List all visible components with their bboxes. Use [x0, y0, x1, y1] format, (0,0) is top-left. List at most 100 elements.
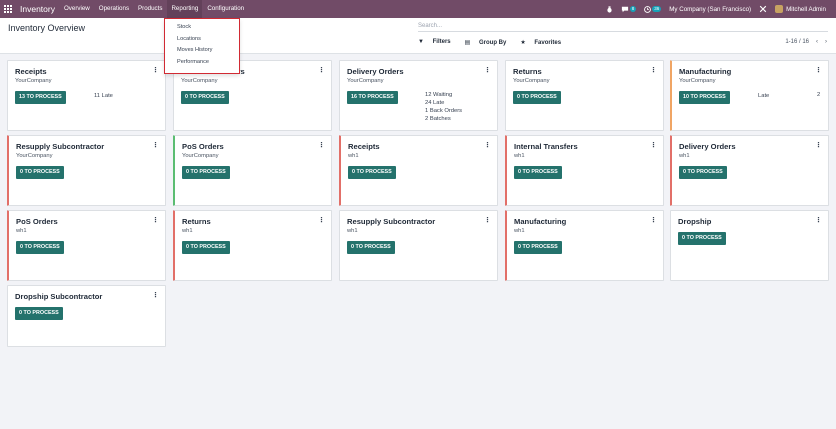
- card-title[interactable]: Returns: [513, 67, 542, 76]
- card-company: YourCompany: [15, 78, 52, 84]
- pager-value[interactable]: 1-16 / 16: [785, 39, 809, 45]
- to-process-button[interactable]: 0 TO PROCESS: [15, 307, 63, 320]
- to-process-button[interactable]: 10 TO PROCESS: [679, 91, 730, 104]
- kebab-menu-icon[interactable]: ⋮: [815, 66, 822, 74]
- late-stat[interactable]: 24 Late: [425, 99, 462, 107]
- operation-card[interactable]: Dropship ⋮ 0 TO PROCESS: [670, 210, 829, 281]
- operation-card[interactable]: Returns YourCompany ⋮ 0 TO PROCESS: [505, 60, 664, 131]
- operation-card[interactable]: Internal Transfers wh1 ⋮ 0 TO PROCESS: [505, 135, 664, 206]
- to-process-button[interactable]: 0 TO PROCESS: [181, 91, 229, 104]
- card-company: YourCompany: [182, 153, 219, 159]
- kebab-menu-icon[interactable]: ⋮: [484, 66, 491, 74]
- pager-prev-icon[interactable]: ‹: [816, 39, 818, 45]
- to-process-button[interactable]: 0 TO PROCESS: [679, 166, 727, 179]
- kebab-menu-icon[interactable]: ⋮: [318, 141, 325, 149]
- filters-button[interactable]: ▼ Filters: [418, 39, 458, 46]
- kebab-menu-icon[interactable]: ⋮: [650, 216, 657, 224]
- to-process-button[interactable]: 0 TO PROCESS: [182, 241, 230, 254]
- late-stat[interactable]: Late: [758, 92, 769, 100]
- kebab-menu-icon[interactable]: ⋮: [650, 141, 657, 149]
- kebab-menu-icon[interactable]: ⋮: [484, 141, 491, 149]
- operation-card[interactable]: Resupply Subcontractor wh1 ⋮ 0 TO PROCES…: [339, 210, 498, 281]
- kebab-menu-icon[interactable]: ⋮: [152, 291, 159, 299]
- company-switcher[interactable]: My Company (San Francisco): [669, 6, 751, 13]
- operation-card[interactable]: Delivery Orders YourCompany ⋮ 16 TO PROC…: [339, 60, 498, 131]
- to-process-button[interactable]: 0 TO PROCESS: [514, 241, 562, 254]
- operation-card[interactable]: Manufacturing YourCompany ⋮ 10 TO PROCES…: [670, 60, 829, 131]
- user-menu[interactable]: Mitchell Admin: [775, 5, 826, 13]
- late-count[interactable]: 2: [817, 92, 820, 98]
- card-company: wh1: [514, 153, 525, 159]
- favorites-button[interactable]: ★ Favorites: [520, 39, 568, 46]
- menu-reporting[interactable]: Reporting: [167, 0, 203, 18]
- reporting-performance[interactable]: Performance: [165, 57, 239, 69]
- back-orders-stat[interactable]: 1 Back Orders: [425, 107, 462, 115]
- card-title[interactable]: Delivery Orders: [679, 142, 736, 151]
- kebab-menu-icon[interactable]: ⋮: [815, 141, 822, 149]
- batches-stat[interactable]: 2 Batches: [425, 115, 462, 123]
- operation-card[interactable]: Manufacturing wh1 ⋮ 0 TO PROCESS: [505, 210, 664, 281]
- search-input[interactable]: Search...: [418, 21, 828, 32]
- card-title[interactable]: Dropship Subcontractor: [15, 292, 102, 301]
- menu-operations[interactable]: Operations: [99, 0, 129, 18]
- to-process-button[interactable]: 0 TO PROCESS: [678, 232, 726, 245]
- operation-card[interactable]: Dropship Subcontractor ⋮ 0 TO PROCESS: [7, 285, 166, 347]
- app-name[interactable]: Inventory: [20, 4, 55, 14]
- activity-notifications[interactable]: 36: [644, 5, 662, 13]
- waiting-stat[interactable]: 12 Waiting: [425, 91, 462, 99]
- to-process-button[interactable]: 0 TO PROCESS: [348, 166, 396, 179]
- apps-grid-icon[interactable]: [4, 5, 18, 13]
- kebab-menu-icon[interactable]: ⋮: [815, 216, 822, 224]
- to-process-button[interactable]: 0 TO PROCESS: [347, 241, 395, 254]
- group-by-button[interactable]: ▤ Group By: [465, 39, 514, 46]
- kebab-menu-icon[interactable]: ⋮: [318, 66, 325, 74]
- card-title[interactable]: Receipts: [15, 67, 47, 76]
- card-title[interactable]: Delivery Orders: [347, 67, 404, 76]
- menu-configuration[interactable]: Configuration: [207, 0, 244, 18]
- operation-card[interactable]: Receipts YourCompany ⋮ 13 TO PROCESS 11 …: [7, 60, 166, 131]
- card-title[interactable]: Receipts: [348, 142, 380, 151]
- to-process-button[interactable]: 0 TO PROCESS: [182, 166, 230, 179]
- kebab-menu-icon[interactable]: ⋮: [152, 216, 159, 224]
- chat-notifications[interactable]: 8: [621, 6, 637, 13]
- card-title[interactable]: Resupply Subcontractor: [16, 142, 104, 151]
- card-title[interactable]: PoS Orders: [16, 217, 58, 226]
- kebab-menu-icon[interactable]: ⋮: [152, 141, 159, 149]
- operation-card[interactable]: PoS Orders wh1 ⋮ 0 TO PROCESS: [7, 210, 166, 281]
- card-company: YourCompany: [181, 78, 218, 84]
- card-title[interactable]: Manufacturing: [514, 217, 566, 226]
- card-title[interactable]: Returns: [182, 217, 211, 226]
- kebab-menu-icon[interactable]: ⋮: [650, 66, 657, 74]
- operation-card[interactable]: PoS Orders YourCompany ⋮ 0 TO PROCESS: [173, 135, 332, 206]
- bug-icon[interactable]: [606, 5, 613, 13]
- operation-card[interactable]: Resupply Subcontractor YourCompany ⋮ 0 T…: [7, 135, 166, 206]
- pager-next-icon[interactable]: ›: [825, 39, 827, 45]
- card-company: wh1: [16, 228, 27, 234]
- reporting-moves-history[interactable]: Moves History: [165, 45, 239, 57]
- to-process-button[interactable]: 0 TO PROCESS: [514, 166, 562, 179]
- card-title[interactable]: Resupply Subcontractor: [347, 217, 435, 226]
- kebab-menu-icon[interactable]: ⋮: [318, 216, 325, 224]
- to-process-button[interactable]: 0 TO PROCESS: [513, 91, 561, 104]
- operation-card[interactable]: Returns wh1 ⋮ 0 TO PROCESS: [173, 210, 332, 281]
- late-stat[interactable]: 11 Late: [94, 92, 113, 100]
- card-title[interactable]: PoS Orders: [182, 142, 224, 151]
- operation-card[interactable]: Receipts wh1 ⋮ 0 TO PROCESS: [339, 135, 498, 206]
- kebab-menu-icon[interactable]: ⋮: [152, 66, 159, 74]
- tools-icon[interactable]: [759, 5, 767, 13]
- to-process-button[interactable]: 13 TO PROCESS: [15, 91, 66, 104]
- menu-products[interactable]: Products: [138, 0, 162, 18]
- to-process-button[interactable]: 0 TO PROCESS: [16, 241, 64, 254]
- to-process-button[interactable]: 0 TO PROCESS: [16, 166, 64, 179]
- to-process-button[interactable]: 16 TO PROCESS: [347, 91, 398, 104]
- menu-overview[interactable]: Overview: [64, 0, 90, 18]
- operation-card[interactable]: Delivery Orders wh1 ⋮ 0 TO PROCESS: [670, 135, 829, 206]
- card-title[interactable]: Internal Transfers: [514, 142, 578, 151]
- card-company: wh1: [679, 153, 690, 159]
- card-title[interactable]: Manufacturing: [679, 67, 731, 76]
- kebab-menu-icon[interactable]: ⋮: [484, 216, 491, 224]
- layers-icon: ▤: [464, 40, 471, 46]
- reporting-stock[interactable]: Stock: [165, 22, 239, 34]
- reporting-locations[interactable]: Locations: [165, 34, 239, 46]
- card-title[interactable]: Dropship: [678, 217, 711, 226]
